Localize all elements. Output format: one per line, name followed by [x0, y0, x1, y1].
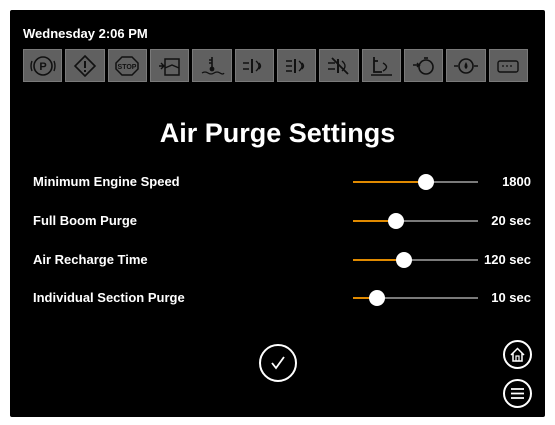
- warning-button[interactable]: [65, 49, 105, 82]
- boom-off-icon: [327, 56, 349, 75]
- status-icon-bar: P STOP: [23, 49, 528, 83]
- setting-label-individual-section-purge: Individual Section Purge: [33, 290, 185, 305]
- warning-icon: [73, 54, 97, 77]
- stop-icon-label: STOP: [118, 64, 137, 71]
- setting-value-min-engine-speed: 1800: [502, 174, 531, 189]
- setting-label-air-recharge-time: Air Recharge Time: [33, 252, 148, 267]
- confirm-button[interactable]: [259, 344, 297, 382]
- parking-brake-button[interactable]: P: [23, 49, 63, 82]
- tank-level-icon: [158, 57, 180, 76]
- boom-sections-button[interactable]: [276, 49, 317, 82]
- slider-air-recharge-time[interactable]: [353, 252, 478, 268]
- stop-button[interactable]: STOP: [107, 49, 147, 82]
- menu-icon: [511, 388, 524, 399]
- boom-sections-icon: [285, 58, 304, 73]
- home-button[interactable]: [503, 340, 532, 369]
- check-icon: [271, 356, 285, 370]
- page-title: Air Purge Settings: [159, 118, 396, 148]
- boom-height-icon: [371, 56, 393, 76]
- boom-height-button[interactable]: [361, 49, 401, 82]
- message-icon: [497, 59, 519, 73]
- svg-text:P: P: [39, 61, 46, 73]
- engine-oil-icon: [412, 56, 434, 75]
- boom-left-button[interactable]: [234, 49, 274, 82]
- slider-fill: [353, 181, 426, 183]
- datetime: Wednesday 2:06 PM: [23, 26, 148, 41]
- oil-pressure-icon: [453, 57, 478, 74]
- engine-oil-button[interactable]: [403, 49, 444, 82]
- parking-brake-icon: P: [29, 55, 56, 76]
- tank-level-button[interactable]: [149, 49, 190, 82]
- setting-label-full-boom-purge: Full Boom Purge: [33, 213, 137, 228]
- slider-thumb[interactable]: [417, 174, 434, 190]
- slider-min-engine-speed[interactable]: [353, 174, 478, 190]
- home-icon: [510, 347, 525, 362]
- message-button[interactable]: [488, 49, 528, 82]
- boom-off-button[interactable]: [319, 49, 359, 82]
- setting-label-min-engine-speed: Minimum Engine Speed: [33, 174, 180, 189]
- coolant-temp-icon: [201, 56, 225, 75]
- slider-thumb[interactable]: [368, 290, 385, 306]
- setting-value-air-recharge-time: 120 sec: [484, 252, 531, 267]
- setting-value-full-boom-purge: 20 sec: [491, 213, 531, 228]
- coolant-temp-button[interactable]: [192, 49, 232, 82]
- boom-left-icon: [243, 58, 262, 73]
- stop-icon: STOP: [115, 55, 140, 76]
- slider-thumb[interactable]: [387, 213, 404, 229]
- slider-full-boom-purge[interactable]: [353, 213, 478, 229]
- menu-button[interactable]: [503, 379, 532, 408]
- setting-value-individual-section-purge: 10 sec: [491, 290, 531, 305]
- slider-individual-section-purge[interactable]: [353, 290, 478, 306]
- oil-pressure-button[interactable]: [446, 49, 486, 82]
